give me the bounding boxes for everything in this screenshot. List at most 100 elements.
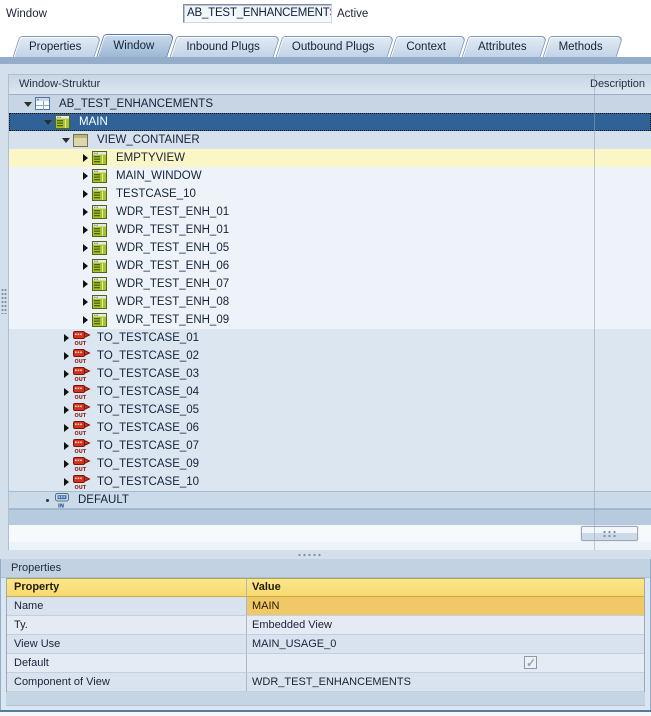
expand-toggle-icon[interactable] (59, 460, 73, 468)
window-editor-screen: Window AB_TEST_ENHANCEMENTS Active Prope… (0, 0, 651, 716)
property-row-default: Default ✓ (7, 654, 644, 673)
tab-attributes[interactable]: Attributes (461, 36, 547, 57)
expand-toggle-icon[interactable] (78, 172, 92, 180)
tree-node-testcase_10[interactable]: TESTCASE_10 (9, 185, 651, 203)
collapse-toggle-icon[interactable] (21, 101, 35, 107)
tree-node-ab_test_enhancements[interactable]: AB_TEST_ENHANCEMENTS (9, 95, 651, 113)
tree-node-default[interactable]: IN DEFAULT (9, 491, 651, 509)
description-column-header: Description (590, 78, 646, 90)
tab-label: Window (113, 39, 155, 52)
expand-toggle-icon[interactable] (59, 352, 73, 360)
tree-node-to_testcase_02[interactable]: OUT TO_TESTCASE_02 (9, 347, 651, 365)
tree-rows: AB_TEST_ENHANCEMENTS MAIN VIEW_CONTAINER EM… (9, 95, 651, 509)
tree-node-wdr_test_enh_09[interactable]: WDR_TEST_ENH_09 (9, 311, 651, 329)
collapse-toggle-icon[interactable] (41, 119, 55, 125)
tree-node-label: TO_TESTCASE_02 (97, 350, 200, 362)
property-value[interactable]: MAIN_USAGE_0 (247, 635, 644, 653)
horizontal-splitter[interactable] (0, 550, 651, 559)
tree-node-emptyview[interactable]: EMPTYVIEW (9, 149, 651, 167)
grip-button[interactable] (581, 526, 638, 541)
expand-toggle-icon[interactable] (78, 208, 92, 216)
tabstrip: Properties Window Inbound Plugs Outbound Pl… (0, 28, 651, 57)
tree-node-label: WDR_TEST_ENH_08 (116, 296, 230, 308)
triangle-shape (45, 498, 49, 502)
tree-node-to_testcase_03[interactable]: OUT TO_TESTCASE_03 (9, 365, 651, 383)
expand-toggle-icon[interactable] (59, 388, 73, 396)
svg-text:OUT: OUT (75, 413, 87, 418)
inbound-plug-icon: IN (54, 492, 74, 508)
property-value[interactable]: WDR_TEST_ENHANCEMENTS (247, 673, 644, 691)
property-value[interactable]: MAIN (247, 597, 644, 615)
property-name: Component of View (7, 673, 247, 691)
view-icon (92, 223, 112, 237)
expand-toggle-icon[interactable] (78, 280, 92, 288)
tab-label: Methods (558, 40, 603, 53)
tree-node-view_container[interactable]: VIEW_CONTAINER (9, 131, 651, 149)
tree-node-to_testcase_10[interactable]: OUT TO_TESTCASE_10 (9, 473, 651, 491)
view-icon (92, 169, 112, 183)
view-icon (92, 205, 112, 219)
triangle-shape (63, 460, 69, 468)
property-name: Ty. (7, 616, 247, 634)
tree-node-wdr_test_enh_01[interactable]: WDR_TEST_ENH_01 (9, 221, 651, 239)
collapse-toggle-icon[interactable] (59, 137, 73, 143)
triangle-shape (63, 352, 69, 360)
expand-toggle-icon[interactable] (78, 244, 92, 252)
triangle-shape (63, 406, 69, 414)
tab-inbound-plugs[interactable]: Inbound Plugs (169, 36, 281, 57)
triangle-shape (63, 388, 69, 396)
properties-panel-title: Properties (1, 559, 650, 578)
tree-node-main_window[interactable]: MAIN_WINDOW (9, 167, 651, 185)
expand-toggle-icon[interactable] (78, 262, 92, 270)
tree-node-to_testcase_05[interactable]: OUT TO_TESTCASE_05 (9, 401, 651, 419)
tree-node-wdr_test_enh_01[interactable]: WDR_TEST_ENH_01 (9, 203, 651, 221)
tab-properties[interactable]: Properties (12, 36, 102, 57)
property-value[interactable]: ✓ (247, 654, 644, 672)
tab-methods[interactable]: Methods (542, 36, 624, 57)
tree-column-headers: Window-Struktur Description (9, 75, 651, 95)
tree-node-to_testcase_09[interactable]: OUT TO_TESTCASE_09 (9, 455, 651, 473)
expand-toggle-icon[interactable] (59, 442, 73, 450)
properties-table: Property Value Name MAIN Ty. Embedded View V… (6, 578, 645, 692)
tree-node-label: WDR_TEST_ENH_07 (116, 278, 230, 290)
triangle-shape (63, 370, 69, 378)
expand-toggle-icon[interactable] (78, 154, 92, 162)
outbound-plug-icon: OUT (73, 402, 93, 418)
tree-node-to_testcase_07[interactable]: OUT TO_TESTCASE_07 (9, 437, 651, 455)
expand-toggle-icon[interactable] (59, 406, 73, 414)
outbound-plug-icon: OUT (73, 366, 93, 382)
tree-node-wdr_test_enh_06[interactable]: WDR_TEST_ENH_06 (9, 257, 651, 275)
tree-node-wdr_test_enh_05[interactable]: WDR_TEST_ENH_05 (9, 239, 651, 257)
expand-toggle-icon[interactable] (78, 316, 92, 324)
expand-toggle-icon[interactable] (59, 424, 73, 432)
tab-outbound-plugs[interactable]: Outbound Plugs (275, 36, 395, 57)
tab-label: Attributes (478, 40, 527, 53)
tree-node-to_testcase_01[interactable]: OUT TO_TESTCASE_01 (9, 329, 651, 347)
tree-node-label: WDR_TEST_ENH_09 (116, 314, 230, 326)
default-checkbox[interactable]: ✓ (524, 656, 537, 670)
window-structure-tree: Window-Struktur Description AB_TEST_ENHA… (8, 74, 651, 550)
tree-node-to_testcase_06[interactable]: OUT TO_TESTCASE_06 (9, 419, 651, 437)
expand-toggle-icon[interactable] (59, 370, 73, 378)
expand-toggle-icon[interactable] (59, 478, 73, 486)
expand-toggle-icon[interactable] (59, 334, 73, 342)
expand-toggle-icon[interactable] (78, 190, 92, 198)
window-name-input[interactable]: AB_TEST_ENHANCEMENTS (183, 4, 332, 23)
tree-node-wdr_test_enh_07[interactable]: WDR_TEST_ENH_07 (9, 275, 651, 293)
expand-toggle-icon[interactable] (78, 226, 92, 234)
tree-node-to_testcase_04[interactable]: OUT TO_TESTCASE_04 (9, 383, 651, 401)
view-icon (92, 277, 112, 291)
tab-context[interactable]: Context (389, 36, 467, 57)
column-separator[interactable] (594, 75, 595, 550)
property-value[interactable]: Embedded View (247, 616, 644, 634)
tree-node-main[interactable]: MAIN (9, 113, 651, 131)
triangle-shape (82, 298, 88, 306)
expand-toggle-icon[interactable] (78, 298, 92, 306)
triangle-shape (63, 334, 69, 342)
tree-node-wdr_test_enh_08[interactable]: WDR_TEST_ENH_08 (9, 293, 651, 311)
tree-node-label: EMPTYVIEW (116, 152, 186, 164)
svg-text:OUT: OUT (75, 395, 87, 400)
tree-bottom-strip (9, 525, 651, 542)
tab-window[interactable]: Window (96, 34, 176, 57)
vertical-splitter-handle[interactable] (1, 288, 7, 314)
